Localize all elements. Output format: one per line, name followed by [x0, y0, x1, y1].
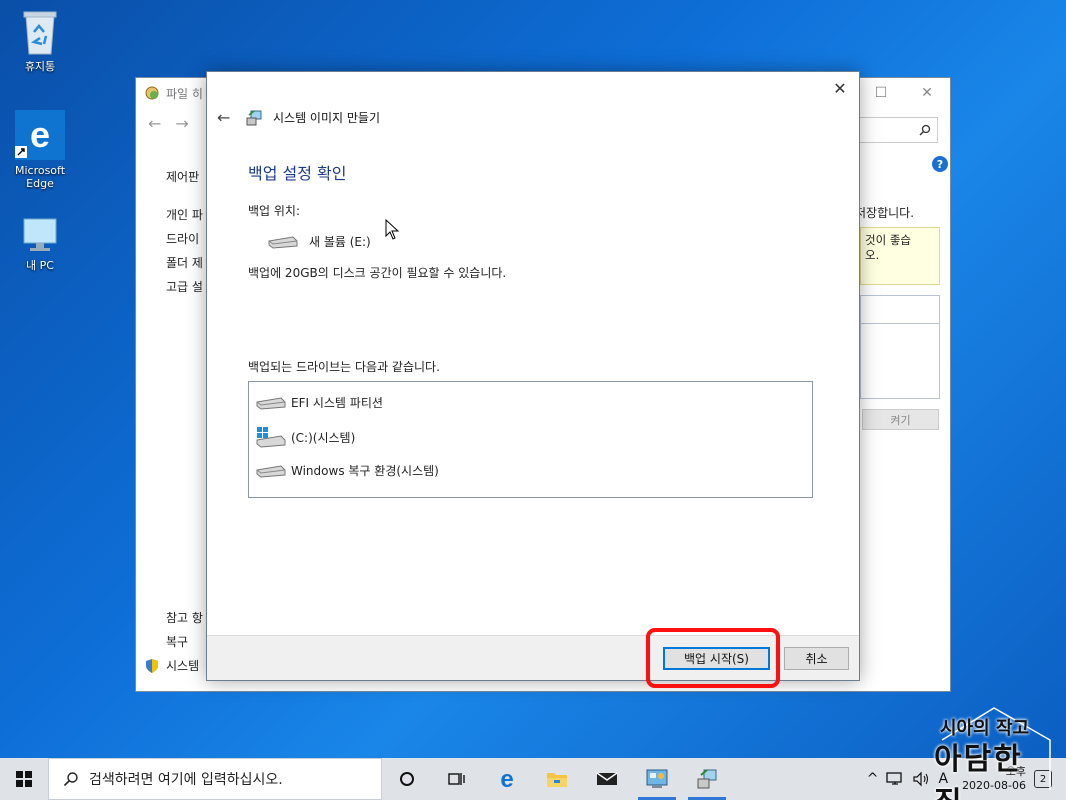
shield-icon: [146, 658, 158, 673]
watermark-line2: 아담한 집: [934, 742, 1023, 800]
edge-icon: e: [500, 768, 513, 790]
drive-icon: [268, 235, 298, 249]
taskbar-backup[interactable]: [682, 758, 732, 800]
desktop-icon-this-pc[interactable]: 내 PC: [5, 215, 75, 272]
space-requirement-text: 백업에 20GB의 디스크 공간이 필요할 수 있습니다.: [248, 266, 507, 280]
svg-text:e: e: [500, 768, 513, 790]
list-item: (C:)(시스템): [255, 426, 355, 448]
watermark: 시아의 작고 아담한 집: [932, 700, 1064, 800]
taskbar: 검색하려면 여기에 입력하십시오. e ^ A 오후 2020-08-06 2: [0, 758, 1066, 800]
back-arrow-icon[interactable]: ←: [148, 114, 161, 133]
desktop-icon-edge[interactable]: e Microsoft Edge: [5, 110, 75, 190]
taskbar-control-panel[interactable]: [632, 758, 682, 800]
backup-location: 새 볼륨 (E:): [267, 233, 371, 250]
control-panel-icon: [646, 769, 668, 788]
related-link-recovery[interactable]: 복구: [166, 633, 188, 650]
taskbar-edge[interactable]: e: [482, 758, 532, 800]
taskbar-search[interactable]: 검색하려면 여기에 입력하십시오.: [48, 758, 382, 800]
related-link-system[interactable]: 시스템: [144, 657, 199, 674]
sidebar-link-personal[interactable]: 개인 파: [166, 206, 203, 223]
highlight-annotation: [646, 628, 780, 688]
cortana-icon: [400, 772, 414, 786]
sidebar-link-folder[interactable]: 폴더 제: [166, 254, 203, 271]
window-title: 파일 히: [166, 86, 203, 101]
mail-icon: [596, 772, 618, 785]
list-item: Windows 복구 환경(시스템): [255, 462, 439, 479]
mouse-cursor-icon: [385, 219, 400, 240]
description-text: 저장합니다.: [855, 206, 915, 220]
close-icon[interactable]: ✕: [827, 76, 853, 100]
window-controls: ☐ ✕: [858, 78, 950, 108]
related-link-label: 시스템: [166, 659, 200, 673]
info-banner: 것이 좋습 오.: [860, 227, 940, 285]
windows-logo-icon: [16, 771, 32, 787]
desktop-icon-label: 내 PC: [26, 259, 54, 272]
sidebar-link-control-panel[interactable]: 제어판: [166, 168, 199, 185]
edge-icon: e: [15, 110, 65, 160]
back-arrow-icon[interactable]: ←: [217, 108, 235, 127]
maximize-icon[interactable]: ☐: [858, 78, 904, 108]
network-icon[interactable]: [886, 771, 904, 787]
drive-icon: [256, 396, 286, 410]
sidebar-link-drive[interactable]: 드라이: [166, 230, 199, 247]
cancel-button[interactable]: 취소: [784, 647, 849, 670]
start-button[interactable]: [0, 758, 48, 800]
task-view-icon: [448, 773, 465, 785]
cortana-button[interactable]: [382, 758, 432, 800]
sidebar-link-advanced[interactable]: 고급 설: [166, 278, 203, 295]
backup-location-value: 새 볼륨 (E:): [309, 235, 371, 249]
turn-on-button[interactable]: 켜기: [862, 409, 939, 430]
file-history-icon: [145, 86, 159, 100]
computer-icon: [23, 218, 57, 251]
drive-label: (C:)(시스템): [291, 430, 356, 445]
drive-label: Windows 복구 환경(시스템): [291, 464, 439, 478]
drives-label: 백업되는 드라이브는 다음과 같습니다.: [248, 360, 440, 374]
drive-list: EFI 시스템 파티션 (C:)(시스템) Windows 복구 환경(시스템): [248, 381, 813, 498]
chevron-up-icon[interactable]: ^: [867, 771, 879, 787]
dialog-title: 시스템 이미지 만들기: [273, 111, 380, 125]
volume-icon[interactable]: [912, 771, 930, 787]
taskbar-mail[interactable]: [582, 758, 632, 800]
system-image-dialog: ✕ ← 시스템 이미지 만들기 백업 설정 확인 백업 위치: 새 볼륨 (E:…: [206, 71, 860, 681]
backup-icon: [246, 109, 262, 125]
search-placeholder: 검색하려면 여기에 입력하십시오.: [89, 772, 283, 788]
windows-drive-icon: [256, 427, 286, 448]
drive-list-box: [860, 295, 940, 399]
search-icon: [919, 124, 931, 136]
related-header: 참고 항: [166, 611, 203, 625]
taskbar-file-explorer[interactable]: [532, 758, 582, 800]
folder-icon: [547, 773, 567, 787]
forward-arrow-icon[interactable]: →: [175, 114, 188, 133]
close-icon[interactable]: ✕: [904, 78, 950, 108]
drive-icon: [256, 464, 286, 478]
list-item: EFI 시스템 파티션: [255, 394, 383, 411]
svg-text:e: e: [30, 114, 50, 155]
help-icon[interactable]: ?: [932, 156, 948, 172]
page-heading: 백업 설정 확인: [248, 164, 347, 183]
drive-label: EFI 시스템 파티션: [291, 396, 383, 410]
dialog-header: ← 시스템 이미지 만들기: [217, 108, 380, 127]
backup-icon: [697, 769, 717, 789]
search-box[interactable]: [858, 117, 938, 143]
desktop-icon-recycle-bin[interactable]: 휴지통: [5, 8, 75, 73]
desktop-icon-label: 휴지통: [24, 60, 56, 73]
backup-location-label: 백업 위치:: [248, 204, 301, 218]
recycle-bin-icon: [23, 11, 57, 55]
desktop-icon-label: Microsoft Edge: [14, 164, 66, 190]
search-icon: [63, 772, 78, 787]
task-view-button[interactable]: [432, 758, 482, 800]
